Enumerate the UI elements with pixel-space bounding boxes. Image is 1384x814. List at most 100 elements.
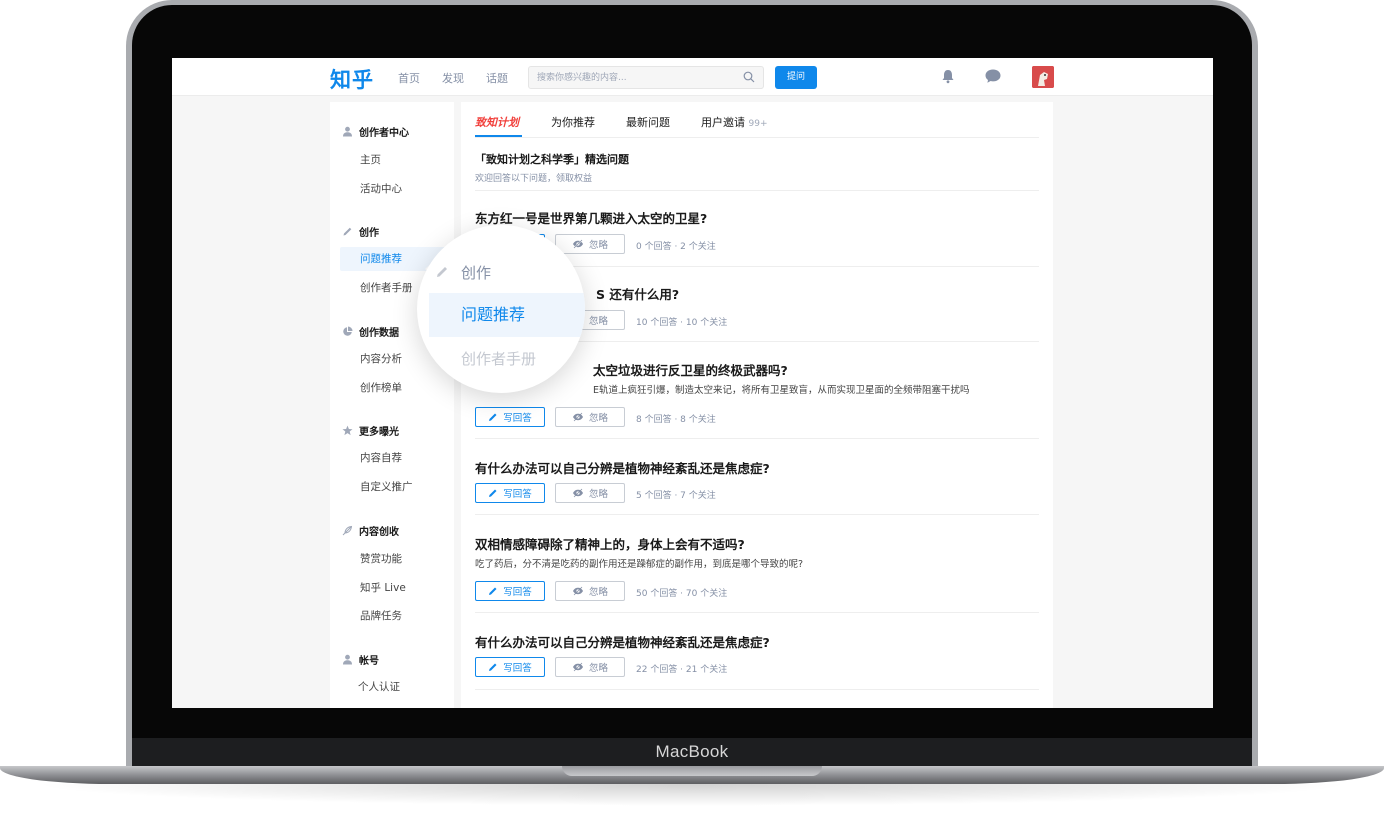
question-feed: 致知计划 为你推荐 最新问题 用户邀请 99+ 「致知计划之科学季」精选问题 欢… xyxy=(461,102,1053,708)
question-stats: 50 个回答 · 70 个关注 xyxy=(636,589,728,599)
section-exposure: 更多曝光 xyxy=(342,423,399,438)
divider xyxy=(475,190,1039,191)
callout-item-creator-handbook[interactable]: 创作者手册 xyxy=(417,337,585,381)
write-answer-button[interactable]: 写回答 xyxy=(475,407,545,427)
button-label: 忽略 xyxy=(588,316,608,327)
question-title[interactable]: 太空垃圾进行反卫星的终极武器吗? xyxy=(593,360,788,379)
tab-recommended[interactable]: 为你推荐 xyxy=(551,114,595,130)
write-answer-button[interactable]: 写回答 xyxy=(475,657,545,677)
pencil-icon xyxy=(437,267,447,277)
button-label: 忽略 xyxy=(588,489,608,500)
device-label: MacBook xyxy=(655,742,729,761)
button-label: 忽略 xyxy=(588,413,608,424)
section-title: 帐号 xyxy=(359,656,379,667)
ignore-button[interactable]: 忽略 xyxy=(555,407,625,427)
user-avatar[interactable] xyxy=(1032,66,1054,88)
sidebar-item-verification[interactable]: 个人认证 xyxy=(340,675,448,699)
campaign-title: 「致知计划之科学季」精选问题 xyxy=(475,153,629,166)
pencil-icon xyxy=(489,489,497,497)
question-description: E轨道上疯狂引爆，制造太空来记，将所有卫星致盲，从而实现卫星面的全频带阻塞干扰吗 xyxy=(593,385,970,396)
button-label: 写回答 xyxy=(503,663,532,674)
section-creator-center: 创作者中心 xyxy=(342,124,409,139)
zoom-callout: 创作 问题推荐 创作者手册 xyxy=(417,225,585,393)
sidebar-item-live[interactable]: 知乎 Live xyxy=(340,576,448,600)
question-stats: 22 个回答 · 21 个关注 xyxy=(636,665,728,675)
question-stats: 0 个回答 · 2 个关注 xyxy=(636,242,716,252)
divider xyxy=(475,612,1039,613)
callout-label: 创作 xyxy=(461,264,492,282)
pencil-icon xyxy=(489,663,497,671)
ignore-button[interactable]: 忽略 xyxy=(555,581,625,601)
write-answer-button[interactable]: 写回答 xyxy=(475,581,545,601)
sidebar-item-self-recommend[interactable]: 内容自荐 xyxy=(340,446,448,470)
creator-sidebar: 创作者中心 主页 活动中心 创作 问题推荐 创作者手册 创作数据 内容分析 创作… xyxy=(330,102,454,708)
sidebar-item-tipping[interactable]: 赞赏功能 xyxy=(340,547,448,571)
feed-tabs: 致知计划 为你推荐 最新问题 用户邀请 99+ xyxy=(475,102,1039,138)
question-description: 吃了药后，分不清是吃药的副作用还是躁郁症的副作用，到底是哪个导致的呢? xyxy=(475,559,804,570)
section-title: 内容创收 xyxy=(359,527,399,538)
tab-zhizhi-plan[interactable]: 致知计划 xyxy=(475,114,519,130)
feather-icon xyxy=(342,525,353,536)
question-stats: 10 个回答 · 10 个关注 xyxy=(636,318,728,328)
question-title[interactable]: 东方红一号是世界第几颗进入太空的卫星? xyxy=(475,208,707,227)
divider xyxy=(475,514,1039,515)
sidebar-item-brand-tasks[interactable]: 品牌任务 xyxy=(340,604,448,628)
user-icon xyxy=(343,654,352,665)
eye-off-icon xyxy=(572,662,583,672)
top-navigation-bar: 知乎 首页 发现 话题 提问 xyxy=(172,58,1213,96)
button-label: 忽略 xyxy=(588,587,608,598)
nav-discover[interactable]: 发现 xyxy=(442,70,464,86)
active-tab-indicator xyxy=(475,135,522,137)
bell-icon[interactable] xyxy=(940,68,956,84)
ignore-button[interactable]: 忽略 xyxy=(555,657,625,677)
pencil-icon xyxy=(343,227,352,236)
question-stats: 8 个回答 · 8 个关注 xyxy=(636,415,716,425)
button-label: 写回答 xyxy=(503,413,532,424)
nav-home[interactable]: 首页 xyxy=(398,70,420,86)
pencil-icon xyxy=(489,413,497,421)
laptop-notch xyxy=(562,766,822,776)
laptop-shadow xyxy=(30,784,1354,806)
eye-off-icon xyxy=(572,239,583,249)
message-icon[interactable] xyxy=(984,68,1002,84)
button-label: 忽略 xyxy=(588,240,608,251)
question-title[interactable]: 有什么办法可以自己分辨是植物神经紊乱还是焦虑症? xyxy=(475,458,770,477)
button-label: 写回答 xyxy=(503,587,532,598)
search-input[interactable] xyxy=(537,71,727,85)
eye-off-icon xyxy=(572,488,583,498)
nav-topics[interactable]: 话题 xyxy=(486,70,508,86)
section-revenue: 内容创收 xyxy=(342,523,399,538)
divider xyxy=(475,689,1039,690)
callout-section-create: 创作 xyxy=(417,251,585,295)
question-title[interactable]: S 还有什么用? xyxy=(596,284,679,303)
button-label: 写回答 xyxy=(503,489,532,500)
callout-item-question-recommend[interactable]: 问题推荐 xyxy=(417,293,585,337)
section-title: 创作数据 xyxy=(359,328,399,339)
section-title: 创作者中心 xyxy=(359,128,409,139)
question-title[interactable]: 双相情感障碍除了精神上的，身体上会有不适吗? xyxy=(475,534,745,553)
section-create: 创作 xyxy=(342,224,379,239)
eye-off-icon xyxy=(572,412,583,422)
divider xyxy=(475,438,1039,439)
button-label: 忽略 xyxy=(588,663,608,674)
tab-latest[interactable]: 最新问题 xyxy=(626,114,670,130)
question-title[interactable]: 有什么办法可以自己分辨是植物神经紊乱还是焦虑症? xyxy=(475,632,770,651)
tab-user-invites[interactable]: 用户邀请 99+ xyxy=(701,114,768,130)
campaign-subtitle: 欢迎回答以下问题，领取权益 xyxy=(475,174,593,184)
write-answer-button[interactable]: 写回答 xyxy=(475,483,545,503)
sidebar-item-activity-center[interactable]: 活动中心 xyxy=(340,177,448,201)
question-stats: 5 个回答 · 7 个关注 xyxy=(636,491,716,501)
user-icon xyxy=(343,126,352,137)
search-icon[interactable] xyxy=(743,71,755,83)
ask-question-button[interactable]: 提问 xyxy=(775,66,817,89)
app-logo[interactable]: 知乎 xyxy=(330,64,374,94)
section-title: 创作 xyxy=(359,228,379,239)
sidebar-item-custom-promotion[interactable]: 自定义推广 xyxy=(340,475,448,499)
tab-label: 用户邀请 xyxy=(701,116,745,129)
pie-chart-icon xyxy=(343,326,353,336)
ignore-button[interactable]: 忽略 xyxy=(555,483,625,503)
section-title: 更多曝光 xyxy=(359,427,399,438)
search-box xyxy=(528,66,764,89)
sidebar-item-home[interactable]: 主页 xyxy=(340,148,448,172)
eye-off-icon xyxy=(572,586,583,596)
